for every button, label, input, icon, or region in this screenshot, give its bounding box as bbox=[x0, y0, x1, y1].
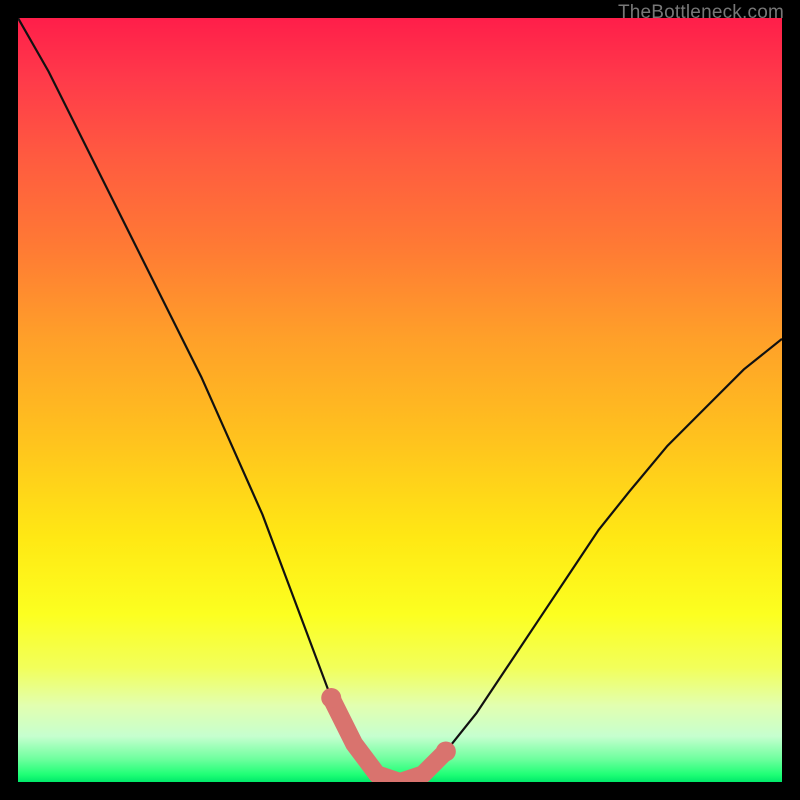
curve-svg bbox=[18, 18, 782, 782]
bottleneck-curve bbox=[18, 18, 782, 782]
salmon-endcap-dot bbox=[436, 741, 456, 761]
chart-frame: TheBottleneck.com bbox=[0, 0, 800, 800]
plot-area bbox=[18, 18, 782, 782]
salmon-endcap-dot bbox=[321, 688, 341, 708]
watermark-text: TheBottleneck.com bbox=[618, 2, 784, 24]
salmon-band bbox=[331, 698, 446, 782]
